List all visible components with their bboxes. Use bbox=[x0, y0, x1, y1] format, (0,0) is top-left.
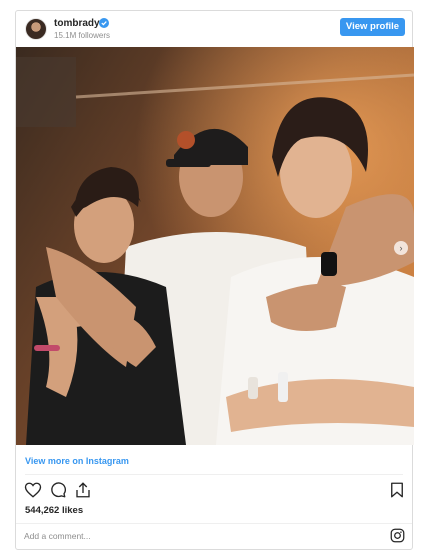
post-header: tombrady 15.1M followers View profile bbox=[16, 11, 412, 47]
chevron-right-icon: › bbox=[399, 243, 403, 253]
instagram-embed-card: tombrady 15.1M followers View profile › … bbox=[15, 10, 414, 550]
avatar[interactable] bbox=[25, 18, 47, 40]
bookmark-icon[interactable] bbox=[388, 481, 406, 499]
action-bar bbox=[16, 481, 412, 503]
share-icon[interactable] bbox=[74, 481, 92, 499]
divider bbox=[25, 474, 403, 475]
comment-bar bbox=[16, 523, 412, 549]
username[interactable]: tombrady bbox=[54, 18, 100, 29]
view-more-link[interactable]: View more on Instagram bbox=[25, 456, 129, 466]
photo-image bbox=[16, 47, 414, 445]
comment-icon[interactable] bbox=[49, 481, 67, 499]
follower-count: 15.1M followers bbox=[54, 31, 111, 40]
verified-badge-icon bbox=[99, 18, 109, 28]
comment-input[interactable] bbox=[24, 528, 354, 544]
next-photo-button[interactable]: › bbox=[394, 241, 408, 255]
instagram-icon[interactable] bbox=[390, 528, 405, 543]
view-profile-button[interactable]: View profile bbox=[340, 18, 405, 36]
carousel-indicator bbox=[198, 435, 231, 439]
like-count[interactable]: 544,262 likes bbox=[25, 505, 83, 516]
heart-icon[interactable] bbox=[24, 481, 42, 499]
post-photo[interactable]: › bbox=[16, 47, 414, 445]
